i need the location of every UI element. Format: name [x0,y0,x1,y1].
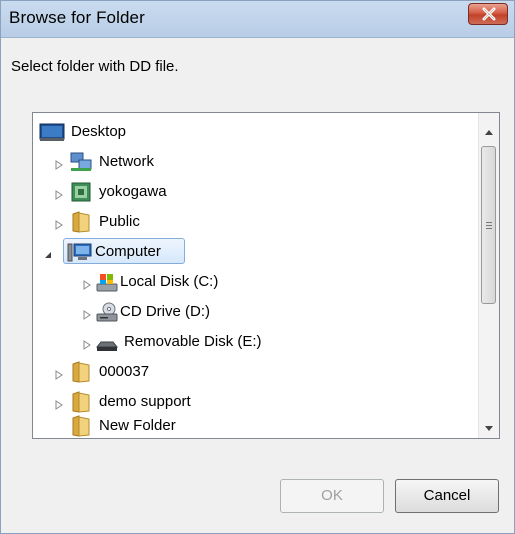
tree-item-label: Computer [95,243,161,260]
tree-item-label: yokogawa [99,183,167,200]
tree-item-label: Public [99,213,140,230]
folder-icon [70,391,94,413]
network-icon [69,151,93,173]
prompt-text: Select folder with DD file. [11,58,179,75]
tree-item-new-folder[interactable]: New Folder [33,411,473,438]
close-button[interactable] [468,3,508,25]
tree-item-label: Desktop [71,123,127,140]
tree-item-local-disk-c[interactable]: Local Disk (C:) [33,267,473,297]
tree-item-000037[interactable]: 000037 [33,357,473,387]
desktop-icon [39,121,65,143]
vertical-scrollbar[interactable] [478,113,499,438]
tree-item-label: demo support [99,393,191,410]
tree-item-label: CD Drive (D:) [120,303,210,320]
scrollbar-thumb[interactable] [481,146,496,304]
tree-item-computer[interactable]: Computer [33,237,473,267]
folder-tree[interactable]: Desktop Network yokogawa Public Computer… [32,112,500,439]
folder-icon [70,211,94,233]
expand-arrow-icon[interactable] [54,157,64,170]
expand-arrow-icon[interactable] [54,217,64,230]
close-icon [482,7,496,21]
tree-item-yokogawa[interactable]: yokogawa [33,177,473,207]
expand-arrow-icon[interactable] [54,397,64,410]
tree-item-desktop[interactable]: Desktop [33,117,473,147]
removable-disk-icon [95,331,119,353]
scroll-down-arrow-icon[interactable] [484,420,494,438]
tree-item-label: Local Disk (C:) [120,273,219,290]
tree-item-network[interactable]: Network [33,147,473,177]
folder-icon [70,415,94,437]
dialog-title: Browse for Folder [9,8,145,27]
local-disk-icon [95,271,119,293]
tree-item-label: Network [99,153,155,170]
tree-item-removable-disk-e[interactable]: Removable Disk (E:) [33,327,473,357]
browse-for-folder-dialog: Browse for Folder Select folder with DD … [0,0,515,534]
expand-arrow-icon[interactable] [82,337,92,350]
tree-item-label: New Folder [99,417,176,434]
cancel-button[interactable]: Cancel [395,479,499,513]
tree-item-label: 000037 [99,363,150,380]
title-bar[interactable]: Browse for Folder [1,1,514,38]
scroll-up-arrow-icon[interactable] [484,123,494,141]
expand-arrow-icon[interactable] [82,307,92,320]
expand-arrow-icon[interactable] [82,277,92,290]
cd-drive-icon [95,301,119,323]
expand-arrow-icon[interactable] [54,187,64,200]
folder-icon [70,361,94,383]
tree-item-label: Removable Disk (E:) [124,333,262,350]
computer-icon [67,241,92,263]
expand-arrow-icon[interactable] [54,367,64,380]
tree-item-public[interactable]: Public [33,207,473,237]
ok-button[interactable]: OK [280,479,384,513]
user-folder-icon [70,181,94,203]
tree-item-cd-drive-d[interactable]: CD Drive (D:) [33,297,473,327]
collapse-arrow-icon[interactable] [43,247,53,258]
